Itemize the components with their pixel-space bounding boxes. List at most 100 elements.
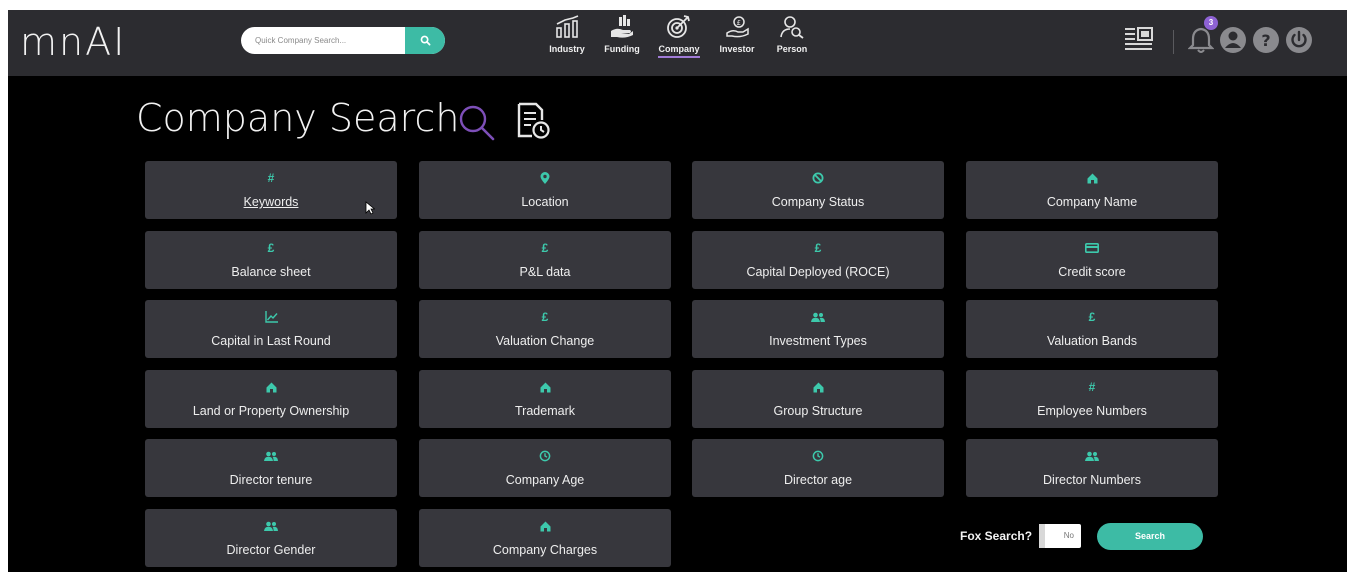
person-search-icon [780,16,804,39]
ban-icon [692,172,944,184]
filter-card-land-or-property-ownership[interactable]: Land or Property Ownership [145,370,397,428]
investor-icon: £ [726,16,749,38]
hash-icon: # [267,171,275,185]
filter-card-label: Trademark [515,404,575,418]
notification-count-badge: 3 [1204,16,1218,30]
filter-card-valuation-bands[interactable]: £ Valuation Bands [966,300,1218,358]
mouse-pointer-icon [365,201,375,215]
header-divider [1173,30,1174,54]
quick-company-search [241,27,445,54]
filter-card-company-age[interactable]: Company Age [419,439,671,497]
search-button[interactable]: Search [1097,523,1203,550]
filter-card-investment-types[interactable]: Investment Types [692,300,944,358]
people-icon [145,450,397,462]
newspaper-icon [1125,27,1153,50]
filter-card-label: Director tenure [229,473,313,487]
filter-card-label: Valuation Bands [1046,334,1138,348]
nav-funding-label: Funding [604,44,640,54]
nav-person-label: Person [776,44,808,54]
search-mode-button[interactable] [458,104,496,147]
quick-search-input[interactable] [241,27,406,54]
pound-icon: £ [541,310,549,324]
filter-card-company-name[interactable]: Company Name [966,161,1218,219]
house-icon [419,381,671,393]
location-pin-icon [419,172,671,184]
filter-card-company-status[interactable]: Company Status [692,161,944,219]
house-icon [966,172,1218,184]
filter-card-label: P&L data [519,265,571,279]
help-button[interactable]: ? [1252,26,1280,59]
filter-card-trademark[interactable]: Trademark [419,370,671,428]
user-avatar-icon [1220,27,1246,53]
filter-card-location[interactable]: Location [419,161,671,219]
filter-card-label: Valuation Change [495,334,595,348]
nav-investor[interactable]: £ Investor [713,15,761,57]
filter-card-director-age[interactable]: Director age [692,439,944,497]
filter-card-credit-score[interactable]: Credit score [966,231,1218,289]
page-title: Company Search [136,96,460,140]
filter-card-keywords[interactable]: # Keywords [145,161,397,219]
filter-card-director-numbers[interactable]: Director Numbers [966,439,1218,497]
house-icon [145,381,397,393]
fox-search-toggle[interactable]: No [1039,524,1081,548]
filter-card-valuation-change[interactable]: £ Valuation Change [419,300,671,358]
filter-card-employee-numbers[interactable]: # Employee Numbers [966,370,1218,428]
filter-card-label: Company Age [505,473,585,487]
notifications-button[interactable] [1187,26,1215,59]
filter-card-p-l-data[interactable]: £ P&L data [419,231,671,289]
news-button[interactable] [1124,26,1154,57]
help-question-icon: ? [1253,27,1279,53]
svg-text:?: ? [1261,31,1270,50]
filter-card-label: Investment Types [769,334,867,348]
filter-card-label: Balance sheet [231,265,311,279]
filter-card-label: Company Status [771,195,865,209]
house-icon [692,381,944,393]
funding-hand-icon [611,15,633,38]
nav-company[interactable]: Company [655,15,703,58]
credit-card-icon [966,242,1218,254]
filter-card-label: Capital Deployed (ROCE) [746,265,890,279]
filter-card-capital-in-last-round[interactable]: Capital in Last Round [145,300,397,358]
people-icon [692,311,944,323]
document-history-icon [517,102,550,139]
search-icon [420,35,430,46]
nav-investor-label: Investor [719,44,755,54]
filter-card-label: Credit score [1058,265,1126,279]
filter-card-label: Keywords [243,195,299,209]
pound-icon: £ [814,241,822,255]
saved-searches-button[interactable] [516,102,552,145]
filter-card-label: Group Structure [773,404,863,418]
house-icon [419,520,671,532]
line-chart-icon [145,311,397,323]
profile-button[interactable] [1219,26,1247,59]
filter-card-company-charges[interactable]: Company Charges [419,509,671,567]
filter-card-group-structure[interactable]: Group Structure [692,370,944,428]
people-icon [145,520,397,532]
filter-card-label: Director age [783,473,853,487]
nav-company-label: Company [658,44,700,58]
nav-person[interactable]: Person [768,15,816,57]
pound-icon: £ [1088,310,1096,324]
quick-search-button[interactable] [405,27,445,54]
logout-button[interactable] [1285,26,1313,59]
clock-icon [419,450,671,462]
clock-icon [692,450,944,462]
filter-card-label: Director Numbers [1043,473,1141,487]
power-icon [1286,27,1312,53]
nav-industry[interactable]: Industry [543,15,591,57]
filter-card-capital-deployed-roce[interactable]: £ Capital Deployed (ROCE) [692,231,944,289]
hash-icon: # [1088,380,1096,394]
filter-card-balance-sheet[interactable]: £ Balance sheet [145,231,397,289]
fox-search-label: Fox Search? [960,529,1033,543]
filter-card-director-tenure[interactable]: Director tenure [145,439,397,497]
filter-card-label: Company Charges [492,543,598,557]
magnifier-icon [459,105,495,141]
filter-card-label: Employee Numbers [1037,404,1147,418]
app-logo[interactable]: mnAI [20,20,126,64]
bell-icon [1187,27,1215,53]
industry-chart-icon [556,15,579,38]
nav-industry-label: Industry [549,44,585,54]
nav-funding[interactable]: Funding [598,15,646,57]
filter-card-director-gender[interactable]: Director Gender [145,509,397,567]
svg-text:£: £ [737,19,741,27]
